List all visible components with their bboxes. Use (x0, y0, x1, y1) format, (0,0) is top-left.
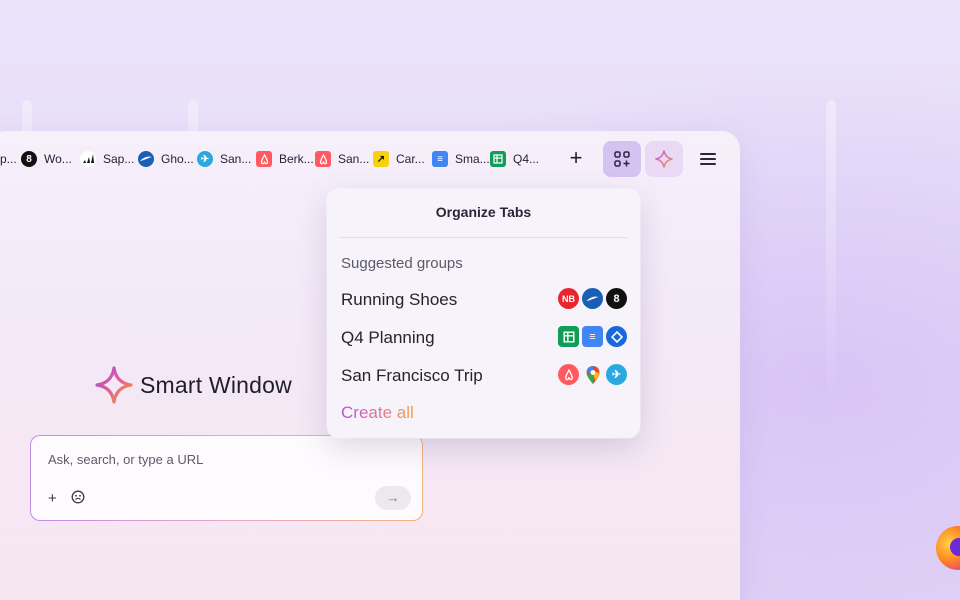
new-balance-icon: NB (558, 288, 579, 309)
group-label: Q4 Planning (341, 328, 435, 347)
menu-button[interactable] (689, 141, 727, 177)
sparkle-icon (655, 150, 673, 168)
docs-icon: ≡ (582, 326, 603, 347)
emoji-icon[interactable] (71, 490, 85, 508)
tab-label: Berk... (279, 152, 314, 166)
docs-icon: ≡ (432, 151, 448, 167)
tab-label: Sma... (455, 152, 490, 166)
group-icons: ≡ (555, 326, 627, 347)
arrow-icon: ↗ (373, 151, 389, 167)
suggested-group-san-francisco-trip[interactable]: San Francisco Trip ✈ (341, 364, 627, 388)
tab-label: San... (220, 152, 252, 166)
smart-window-logo-icon (95, 366, 133, 404)
send-button[interactable]: → (375, 486, 411, 510)
tab[interactable]: Berk... (256, 147, 314, 171)
airbnb-icon (256, 151, 272, 167)
airbnb-icon (315, 151, 331, 167)
suggested-group-q4-planning[interactable]: Q4 Planning ≡ (341, 326, 627, 350)
adidas-icon (80, 151, 96, 167)
tab-strip: p... 8 Wo... Sap... Gho... ✈ San... Berk… (0, 141, 740, 177)
tab[interactable]: San... (315, 147, 369, 171)
brooks-icon (582, 288, 603, 309)
new-tab-button[interactable]: + (564, 147, 588, 171)
tab[interactable]: Gho... (138, 147, 194, 171)
tab-label: Q4... (513, 152, 540, 166)
sheets-icon (490, 151, 506, 167)
tab[interactable]: Sap... (80, 147, 134, 171)
tab-label: Car... (396, 152, 425, 166)
suggested-groups-heading: Suggested groups (341, 255, 463, 272)
add-icon[interactable]: + (48, 490, 57, 507)
arrow-right-icon: → (386, 490, 400, 505)
hamburger-icon (700, 150, 716, 168)
brooks-icon (138, 151, 154, 167)
tab-label: San... (338, 152, 370, 166)
tab[interactable]: ≡ Sma... (432, 147, 490, 171)
brand-title: Smart Window (140, 371, 292, 398)
smart-assist-button[interactable] (645, 141, 683, 177)
tab-label: Gho... (161, 152, 194, 166)
tab[interactable]: 8 Wo... (21, 147, 72, 171)
organize-tabs-button[interactable] (603, 141, 641, 177)
brand-header: Smart Window (94, 365, 292, 405)
tab-label: p... (0, 152, 17, 166)
divider (339, 237, 628, 238)
popup-title: Organize Tabs (435, 204, 532, 220)
tab-label: Sap... (103, 152, 135, 166)
group-icons: NB 8 (555, 288, 627, 309)
tab[interactable]: Q4... (490, 147, 539, 171)
organize-tabs-icon (614, 151, 630, 167)
sheets-icon (558, 326, 579, 347)
airplane-icon: ✈ (606, 364, 627, 385)
search-box[interactable]: Ask, search, or type a URL + → (30, 435, 423, 521)
airplane-icon: ✈ (197, 151, 213, 167)
airbnb-icon (558, 364, 579, 385)
maps-icon (582, 364, 603, 385)
oura-icon: 8 (21, 151, 37, 167)
suggested-group-running-shoes[interactable]: Running Shoes NB 8 (341, 288, 627, 312)
create-all-button[interactable]: Create all (341, 403, 414, 423)
group-label: Running Shoes (341, 290, 458, 309)
organize-tabs-popup: Organize Tabs Suggested groups Running S… (327, 189, 640, 438)
tab[interactable]: ✈ San... (197, 147, 251, 171)
tab[interactable]: ↗ Car... (373, 147, 425, 171)
tab[interactable]: p... (0, 147, 17, 171)
tab-label: Wo... (44, 152, 72, 166)
group-label: San Francisco Trip (341, 366, 483, 385)
background-decoration (826, 100, 836, 420)
group-icons: ✈ (555, 364, 627, 385)
search-placeholder[interactable]: Ask, search, or type a URL (48, 452, 203, 467)
jira-icon (606, 326, 627, 347)
oura-icon: 8 (606, 288, 627, 309)
